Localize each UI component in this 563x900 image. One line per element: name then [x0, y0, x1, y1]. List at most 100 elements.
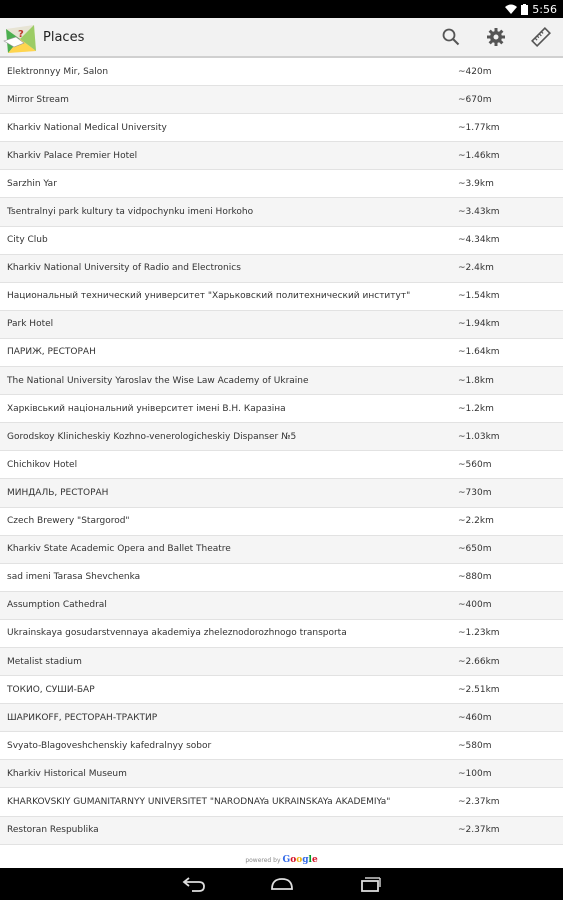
- powered-by-label: powered by: [245, 856, 281, 864]
- place-row[interactable]: Kharkiv State Academic Opera and Ballet …: [0, 535, 563, 564]
- place-row[interactable]: Национальный технический университет "Ха…: [0, 282, 563, 311]
- place-row[interactable]: МИНДАЛЬ, РЕСТОРАН ~730m: [0, 479, 563, 508]
- action-bar: ? Places: [0, 18, 563, 58]
- place-distance: ~400m: [458, 600, 492, 611]
- recents-nav-icon[interactable]: [358, 876, 382, 892]
- place-distance: ~1.2km: [458, 403, 494, 414]
- place-distance: ~560m: [458, 459, 492, 470]
- place-distance: ~670m: [458, 94, 492, 105]
- place-name: Elektronnyy Mir, Salon: [7, 66, 109, 77]
- place-distance: ~3.9km: [458, 178, 494, 189]
- place-row[interactable]: Chichikov Hotel ~560m: [0, 451, 563, 480]
- battery-icon: [521, 3, 529, 15]
- place-name: ПАРИЖ, РЕСТОРАН: [7, 347, 96, 358]
- place-row[interactable]: Kharkiv Historical Museum ~100m: [0, 760, 563, 789]
- place-distance: ~580m: [458, 740, 492, 751]
- place-distance: ~2.51km: [458, 684, 500, 695]
- place-row[interactable]: Elektronnyy Mir, Salon ~420m: [0, 58, 563, 87]
- place-name: Kharkiv Palace Premier Hotel: [7, 150, 138, 161]
- ruler-icon: [530, 27, 551, 47]
- place-distance: ~1.54km: [458, 291, 500, 302]
- places-list[interactable]: Elektronnyy Mir, Salon ~420m Mirror Stream…: [0, 58, 563, 854]
- map-app-icon[interactable]: ?: [0, 17, 40, 57]
- search-icon: [442, 28, 459, 46]
- place-row[interactable]: Tsentralnyi park kultury ta vidpochynku …: [0, 198, 563, 227]
- place-row[interactable]: ТОКИО, СУШИ-БАР ~2.51km: [0, 676, 563, 705]
- place-row[interactable]: Kharkiv Palace Premier Hotel ~1.46km: [0, 142, 563, 171]
- place-distance: ~1.23km: [458, 628, 500, 639]
- place-name: Kharkiv Historical Museum: [7, 768, 127, 779]
- place-distance: ~2.37km: [458, 825, 500, 836]
- gear-icon: [486, 28, 505, 46]
- place-name: Metalist stadium: [7, 656, 82, 667]
- place-row[interactable]: ПАРИЖ, РЕСТОРАН ~1.64km: [0, 338, 563, 368]
- place-name: МИНДАЛЬ, РЕСТОРАН: [7, 487, 109, 498]
- place-row[interactable]: Ukrainskaya gosudarstvennaya akademiya z…: [0, 619, 563, 648]
- ruler-button[interactable]: [518, 17, 563, 57]
- place-name: sad imeni Tarasa Shevchenka: [7, 572, 141, 583]
- place-distance: ~880m: [458, 572, 492, 583]
- place-name: KHARKOVSKIY GUMANITARNYY UNIVERSITET "NA…: [7, 796, 391, 807]
- place-name: Национальный технический университет "Ха…: [7, 291, 411, 302]
- place-distance: ~3.43km: [458, 207, 500, 218]
- home-nav-icon[interactable]: [268, 877, 296, 891]
- place-distance: ~2.66km: [458, 656, 500, 667]
- place-row[interactable]: Kharkiv National Medical University ~1.77…: [0, 114, 563, 143]
- place-distance: ~1.64km: [458, 347, 500, 358]
- place-row[interactable]: Restoran Respublika ~2.37km: [0, 816, 563, 845]
- place-name: Park Hotel: [7, 319, 54, 330]
- place-name: Assumption Cathedral: [7, 600, 107, 611]
- place-name: ТОКИО, СУШИ-БАР: [7, 684, 95, 695]
- place-name: Kharkiv National Medical University: [7, 122, 167, 133]
- google-logo: Google: [282, 855, 318, 865]
- place-row[interactable]: The National University Yaroslav the Wis…: [0, 367, 563, 396]
- back-nav-icon[interactable]: [182, 876, 206, 892]
- place-distance: ~1.46km: [458, 150, 500, 161]
- svg-text:?: ?: [18, 29, 24, 40]
- place-distance: ~100m: [458, 768, 492, 779]
- place-row[interactable]: ШАРИКОFF, РЕСТОРАН-ТРАКТИР ~460m: [0, 704, 563, 733]
- place-row[interactable]: Park Hotel ~1.94km: [0, 310, 563, 339]
- place-name: Харківський національний університет іме…: [7, 403, 286, 414]
- place-row[interactable]: Sarzhin Yar ~3.9km: [0, 170, 563, 199]
- place-row[interactable]: Svyato-Blagoveshchenskiy kafedralnyy sob…: [0, 732, 563, 761]
- place-row[interactable]: Gorodskoy Klinicheskiy Kozhno-venerologi…: [0, 423, 563, 452]
- place-row[interactable]: Czech Brewery "Stargorod" ~2.2km: [0, 507, 563, 536]
- place-distance: ~650m: [458, 544, 492, 555]
- place-row[interactable]: KHARKOVSKIY GUMANITARNYY UNIVERSITET "NA…: [0, 788, 563, 817]
- place-row[interactable]: Kharkiv National University of Radio and…: [0, 254, 563, 283]
- place-name: ШАРИКОFF, РЕСТОРАН-ТРАКТИР: [7, 712, 158, 723]
- place-row[interactable]: Mirror Stream ~670m: [0, 86, 563, 115]
- place-row[interactable]: sad imeni Tarasa Shevchenka ~880m: [0, 563, 563, 592]
- wifi-icon: [505, 4, 518, 14]
- place-distance: ~1.77km: [458, 122, 500, 133]
- place-name: Gorodskoy Klinicheskiy Kozhno-venerologi…: [7, 431, 297, 442]
- navigation-bar: [0, 868, 563, 900]
- place-distance: ~460m: [458, 712, 492, 723]
- place-row[interactable]: Assumption Cathedral ~400m: [0, 591, 563, 620]
- place-name: Chichikov Hotel: [7, 459, 78, 470]
- place-name: Sarzhin Yar: [7, 178, 57, 189]
- place-distance: ~420m: [458, 66, 492, 77]
- place-distance: ~2.37km: [458, 796, 500, 807]
- place-name: Svyato-Blagoveshchenskiy kafedralnyy sob…: [7, 740, 212, 751]
- status-bar: 5:56: [0, 0, 563, 18]
- place-distance: ~1.8km: [458, 375, 494, 386]
- place-name: Kharkiv National University of Radio and…: [7, 263, 241, 274]
- settings-button[interactable]: [473, 17, 518, 57]
- place-row[interactable]: City Club ~4.34km: [0, 226, 563, 255]
- search-button[interactable]: [428, 17, 473, 57]
- place-distance: ~730m: [458, 487, 492, 498]
- place-name: City Club: [7, 235, 48, 246]
- place-row[interactable]: Харківський національний університет іме…: [0, 395, 563, 424]
- place-name: Mirror Stream: [7, 94, 69, 105]
- place-distance: ~1.03km: [458, 431, 500, 442]
- place-distance: ~2.2km: [458, 516, 494, 527]
- powered-by-google: powered by Google: [0, 852, 563, 868]
- place-row[interactable]: Metalist stadium ~2.66km: [0, 647, 563, 677]
- status-time: 5:56: [532, 2, 557, 16]
- place-distance: ~1.94km: [458, 319, 500, 330]
- place-name: Tsentralnyi park kultury ta vidpochynku …: [7, 207, 254, 218]
- place-name: Kharkiv State Academic Opera and Ballet …: [7, 544, 231, 555]
- place-distance: ~4.34km: [458, 235, 500, 246]
